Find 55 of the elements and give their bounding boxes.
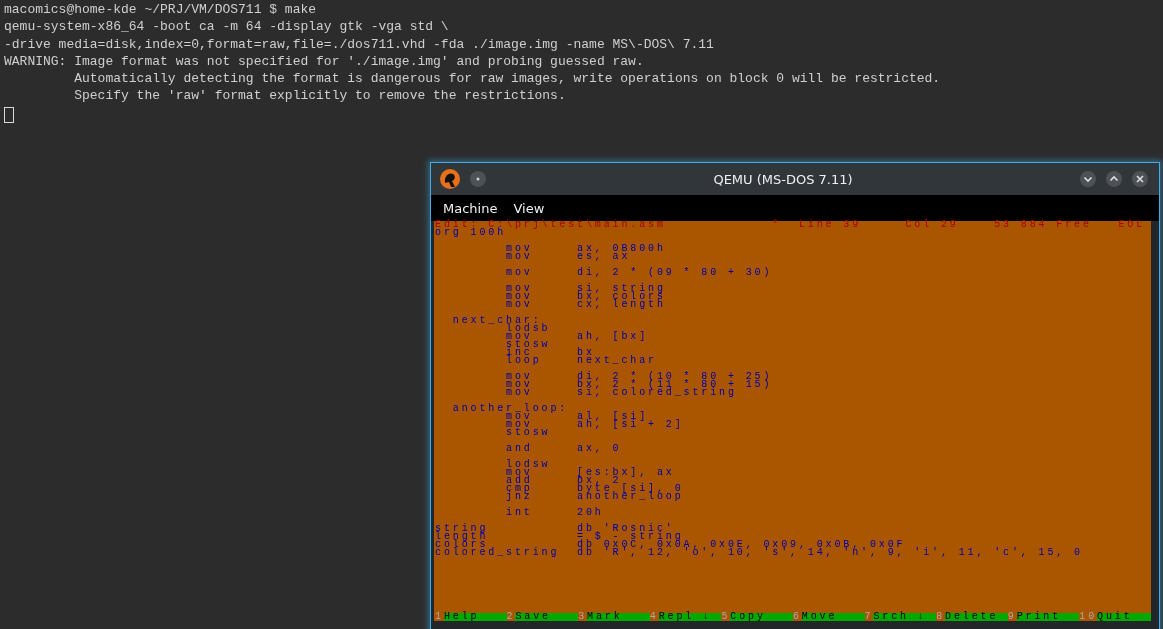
code-line: org 100h (435, 229, 506, 237)
code-line: lodsw (505, 461, 551, 469)
code-line: int 20h (505, 509, 604, 517)
key-number: 4 (649, 613, 659, 621)
code-line: and ax, 0 (505, 445, 622, 453)
status-text: Col 29 (905, 219, 959, 230)
function-key[interactable]: Copy (730, 613, 793, 621)
code-line: mov ah, [si + 2] (505, 421, 684, 429)
code-line: mov ah, [bx] (505, 333, 649, 341)
function-key[interactable]: Srch ↓ (873, 613, 937, 621)
qemu-logo-icon (439, 168, 461, 190)
code-line: mov es, ax (505, 253, 631, 261)
code-line: cmp byte [si], 0 (505, 485, 684, 493)
code-line: mov ax, 0B800h (505, 245, 666, 253)
code-line: colored_string db 'R', 12, 'o', 10, 's', 14, 'n', 9, 'i', 11, 'c', 15, 0 (435, 549, 1083, 557)
function-key[interactable]: Help (443, 613, 507, 621)
key-number: 9 (1007, 613, 1017, 621)
code-line: mov si, string (505, 285, 666, 293)
window-title: QEMU (MS-DOS 7.11) (712, 171, 854, 187)
terminal-line: Specify the 'raw' format explicitly to remove the restrictions. (73, 87, 566, 105)
terminal-line: macomics@home-kde ~/PRJ/VM/DOS711 $ make (4, 1, 317, 19)
code-line: mov al, [si] (506, 413, 649, 421)
menu-item[interactable]: Machine (435, 197, 506, 219)
terminal-line: qemu-system-x86_64 -boot ca -m 64 -display gtk -vga std \ (4, 18, 449, 36)
status-text: * (772, 219, 782, 230)
status-text: EOL (1118, 219, 1145, 230)
function-key[interactable]: Move (801, 613, 865, 621)
status-text: Line 39 (798, 219, 861, 230)
status-text: 53 884 Free (994, 219, 1092, 230)
menu-item[interactable]: View (505, 197, 553, 219)
code-line: mov di, 2 * (09 * 80 + 30) (505, 269, 773, 277)
code-line: stosw (505, 429, 551, 437)
function-key[interactable]: Mark (587, 613, 650, 621)
key-number: 1 (435, 613, 444, 621)
code-line: mov si, colored_string (505, 389, 737, 397)
function-key[interactable]: Save (515, 613, 579, 621)
code-line: stosw (505, 341, 551, 349)
minimize-button[interactable] (1079, 170, 1097, 188)
function-key[interactable]: Print (1016, 613, 1080, 621)
code-line: add bx, 2 (505, 477, 622, 485)
code-line: mov cx, length (505, 301, 666, 309)
terminal-line: Automatically detecting the format is dangerous for raw images, write operations on block 0 will be restricted. (73, 70, 941, 88)
code-line: jnz another_loop (505, 493, 684, 501)
pin-button[interactable] (469, 170, 487, 188)
code-line: another_loop: (451, 405, 569, 413)
code-line: next_char: (451, 317, 542, 325)
key-number: 6 (792, 613, 802, 621)
code-line: lodsb (506, 325, 551, 333)
terminal-line: WARNING: Image format was not specified for './image.img' and probing guessed raw. (4, 52, 644, 71)
maximize-button[interactable] (1105, 170, 1123, 188)
function-key[interactable]: Delete (945, 613, 1008, 621)
function-key[interactable]: Quit (1097, 613, 1151, 621)
close-button[interactable] (1131, 170, 1149, 188)
terminal-line: -drive media=disk,index=0,format=raw,file=./dos711.vhd -fda ./image.img -name MS\-DOS\ 7.11 (4, 35, 714, 53)
function-key[interactable]: Repl ↓ (658, 613, 722, 621)
